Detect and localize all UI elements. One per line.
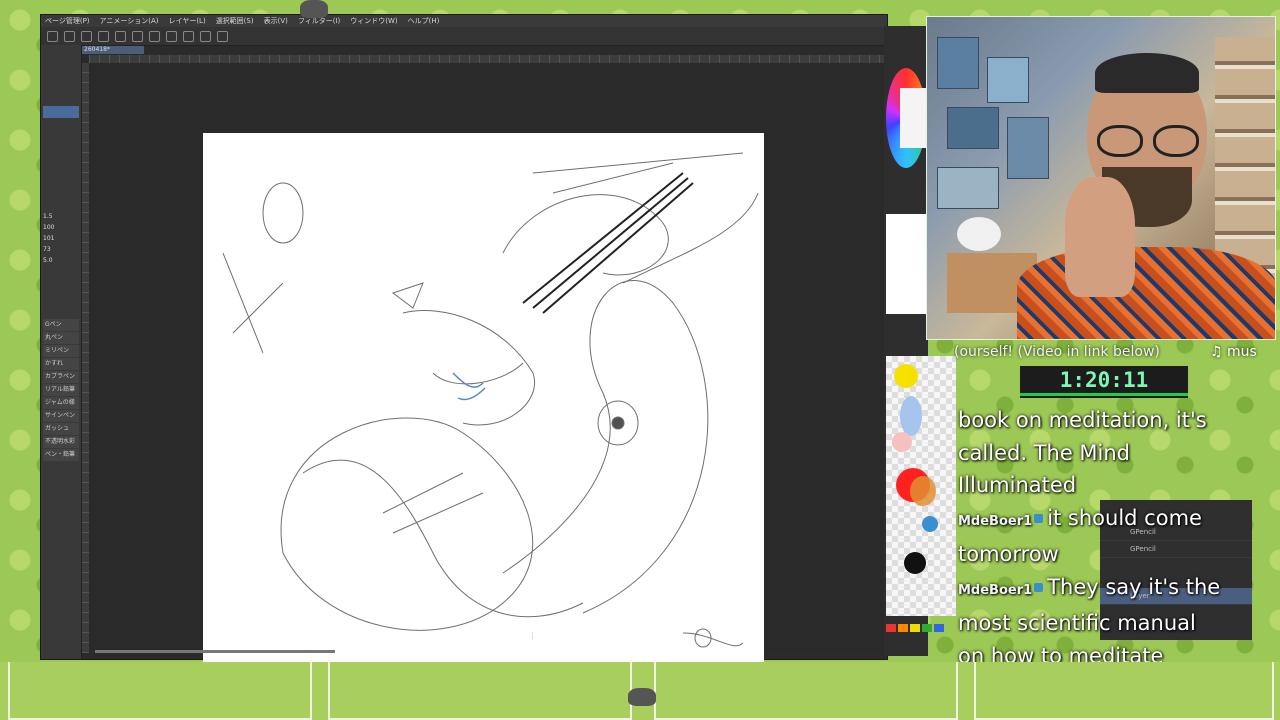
quick-color-yellow[interactable]: [910, 624, 920, 632]
overlay-frame: [654, 662, 958, 720]
swatch-yellow[interactable]: [894, 364, 918, 388]
undo-icon[interactable]: [98, 30, 109, 42]
webcam-feed: [926, 16, 1276, 340]
chat-username: MdeBoer1: [958, 513, 1033, 529]
pixel-mascot-icon: [300, 0, 328, 18]
brush-list-item[interactable]: ペン・鉛筆: [43, 449, 79, 461]
quick-color-red[interactable]: [886, 624, 896, 632]
document-tab[interactable]: 260418*: [81, 46, 144, 54]
command-bar: [41, 27, 887, 46]
timer-progress-bar: [1020, 393, 1188, 396]
brush-list-item[interactable]: ミリペン: [43, 345, 79, 357]
music-note-label: ♫ mus: [1210, 344, 1257, 360]
tool-property-panel: 1.5 100 101 73 5.0 Gペン 丸ペン ミリペン かすれ カブラペ…: [41, 45, 82, 659]
fill-icon[interactable]: [149, 30, 160, 42]
menu-selection[interactable]: 選択範囲(S): [216, 15, 254, 27]
brush-preset-selected[interactable]: [43, 106, 79, 118]
brush-list-item[interactable]: 不透明水彩: [43, 436, 79, 448]
menu-view[interactable]: 表示(V): [264, 15, 288, 27]
swatch-pink[interactable]: [892, 432, 912, 452]
canvas-viewport[interactable]: [89, 63, 885, 663]
brush-list-item[interactable]: ガッシュ: [43, 423, 79, 435]
crop-icon[interactable]: [200, 30, 211, 42]
chat-line: called. The Mind: [958, 440, 1131, 465]
swatch-orange[interactable]: [910, 476, 936, 506]
quick-color-orange[interactable]: [898, 624, 908, 632]
brush-hardness-value[interactable]: 73: [43, 246, 79, 253]
quick-color-green[interactable]: [922, 624, 932, 632]
open-file-icon[interactable]: [64, 30, 75, 42]
chat-line: Illuminated: [958, 473, 1077, 497]
brush-list-item[interactable]: リアル鉛筆: [43, 384, 79, 396]
brush-size-value[interactable]: 1.5: [43, 213, 79, 220]
chat-line: most scientific manual: [958, 611, 1196, 635]
swatch-black[interactable]: [904, 552, 926, 574]
subscriber-badge-icon: [1034, 583, 1044, 592]
menu-animation[interactable]: アニメーション(A): [100, 15, 159, 27]
chat-line: tomorrow: [958, 542, 1059, 566]
brush-list-item[interactable]: カブラペン: [43, 371, 79, 383]
color-wheel[interactable]: [886, 68, 930, 168]
brush-list-item[interactable]: ジャムの様: [43, 397, 79, 409]
drawing-canvas[interactable]: [203, 133, 764, 663]
swatch-blue[interactable]: [922, 516, 938, 532]
person-hands: [1065, 177, 1135, 297]
timer-text: 1:20:11: [1059, 368, 1149, 392]
new-file-icon[interactable]: [47, 30, 58, 42]
chat-line: MdeBoer1 it should come: [958, 505, 1202, 530]
navigator-thumbnail[interactable]: [886, 214, 928, 314]
chat-line: book on meditation, it's: [958, 408, 1207, 432]
bottom-overlay-strip: [0, 662, 1280, 720]
transform-icon[interactable]: [166, 30, 177, 42]
selection-icon[interactable]: [217, 30, 228, 42]
brush-list-item[interactable]: 丸ペン: [43, 332, 79, 344]
subscriber-badge-icon: [1034, 514, 1044, 523]
deselect-icon[interactable]: [183, 30, 194, 42]
menu-window[interactable]: ウィンドウ(W): [350, 15, 397, 27]
horizontal-scrollbar[interactable]: [95, 650, 335, 653]
menu-bar: ページ管理(P) アニメーション(A) レイヤー(L) 選択範囲(S) 表示(V…: [41, 15, 887, 27]
quick-color-row: [886, 624, 944, 632]
plush-toy: [957, 217, 1001, 251]
brush-density-value[interactable]: 101: [43, 235, 79, 242]
swatch-light-blue[interactable]: [900, 396, 922, 436]
sketch-drawing: [222, 152, 759, 648]
overlay-frame: [974, 662, 1274, 720]
menu-help[interactable]: ヘルプ(H): [408, 15, 440, 27]
save-icon[interactable]: [81, 30, 92, 42]
person-sweater: [1017, 247, 1275, 339]
pixel-mascot-icon: [628, 688, 656, 706]
chat-line: MdeBoer1 They say it's the: [958, 574, 1221, 599]
glasses: [1097, 125, 1199, 157]
clip-studio-window: ページ管理(P) アニメーション(A) レイヤー(L) 選択範囲(S) 表示(V…: [40, 14, 888, 663]
brush-list-item[interactable]: サインペン: [43, 410, 79, 422]
text-cursor-icon: I: [531, 631, 534, 642]
stream-timer: 1:20:11: [1020, 366, 1188, 398]
chat-overlay: book on meditation, it's called. The Min…: [958, 404, 1254, 668]
clear-icon[interactable]: [132, 30, 143, 42]
left-ruler: [81, 63, 89, 653]
redo-icon[interactable]: [115, 30, 126, 42]
brush-opacity-value[interactable]: 100: [43, 224, 79, 231]
overlay-frame: [328, 662, 632, 720]
brush-list-item[interactable]: Gペン: [43, 319, 79, 331]
menu-page[interactable]: ページ管理(P): [45, 15, 90, 27]
person-hair: [1095, 53, 1199, 93]
stabilization-value[interactable]: 5.0: [43, 257, 79, 264]
menu-layer[interactable]: レイヤー(L): [169, 15, 206, 27]
brush-list-item[interactable]: かすれ: [43, 358, 79, 370]
overlay-frame: [8, 662, 312, 720]
chat-username: MdeBoer1: [958, 582, 1033, 598]
color-swatch-panel: [886, 356, 956, 616]
top-ruler: [89, 55, 885, 63]
timer-progress-fill: [1020, 393, 1188, 396]
quick-color-blue[interactable]: [934, 624, 944, 632]
